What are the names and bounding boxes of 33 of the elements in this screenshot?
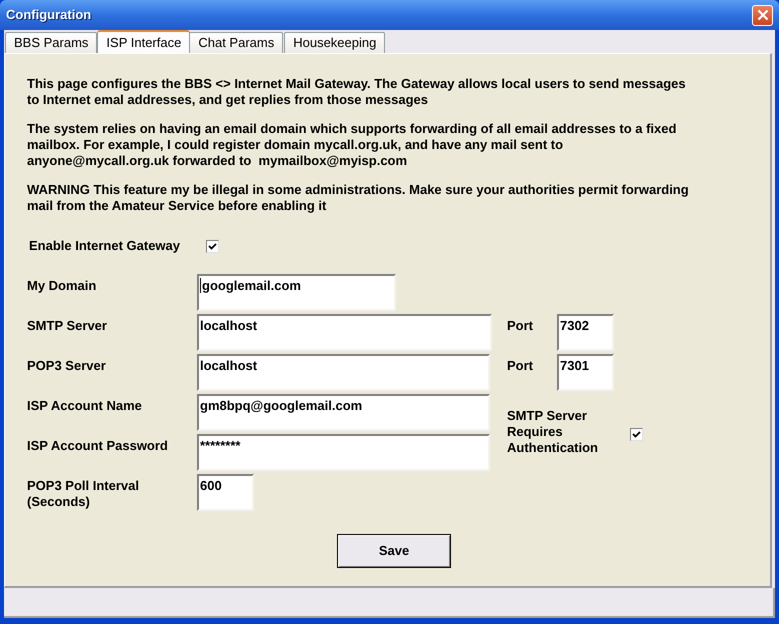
tab[interactable]: BBS Params	[5, 32, 98, 53]
input-field[interactable]: googlemail.com	[197, 274, 396, 311]
input-field[interactable]: 7302	[557, 314, 614, 351]
description-paragraph: WARNING This feature my be illegal in some administrations. Make sure your authorities permit forwarding mail from the Amateur Service before enabling it	[27, 182, 690, 214]
gateway-label: Enable Internet Gateway	[29, 238, 181, 254]
tab[interactable]: Housekeeping	[284, 32, 386, 53]
checkmark-icon	[208, 242, 217, 250]
port-label: Port	[507, 318, 534, 334]
field-label: ISP Account Password	[27, 438, 169, 454]
input-field[interactable]: 600	[197, 474, 254, 511]
checkmark-icon	[632, 430, 641, 438]
tab[interactable]: ISP Interface	[97, 30, 190, 53]
window-title: Configuration	[6, 6, 92, 24]
checkbox[interactable]	[630, 428, 643, 440]
description-paragraph: The system relies on having an email domain which supports forwarding of all email addresses to a fixed mailbox. For example, I could register domain mycall.org.uk, and have any mail sent to anyone@mycall.org.uk forwarded to mymailbox@myisp.com	[27, 121, 678, 169]
input-field[interactable]: gm8bpq@googlemail.com	[197, 394, 490, 431]
input-field[interactable]: ********	[197, 434, 490, 471]
input-field[interactable]: localhost	[197, 314, 492, 351]
input-field[interactable]: 7301	[557, 354, 614, 391]
tab[interactable]: Chat Params	[189, 32, 284, 53]
close-icon	[756, 9, 768, 21]
field-label: POP3 Poll Interval (Seconds)	[27, 478, 140, 510]
field-label: SMTP Server	[27, 318, 108, 334]
save-button[interactable]: Save	[337, 534, 451, 568]
close-button[interactable]	[752, 4, 773, 26]
description-paragraph: This page configures the BBS <> Internet Mail Gateway. The Gateway allows local users to send messages to Internet emal addresses, and get replies from those messages	[27, 76, 687, 108]
checkbox[interactable]	[206, 240, 219, 252]
authentication-label: SMTP Server Requires Authentication	[507, 408, 599, 456]
field-label: My Domain	[27, 278, 98, 294]
port-label: Port	[507, 358, 534, 374]
field-label: POP3 Server	[27, 358, 107, 374]
field-label: ISP Account Name	[27, 398, 143, 414]
input-field[interactable]: localhost	[197, 354, 490, 391]
